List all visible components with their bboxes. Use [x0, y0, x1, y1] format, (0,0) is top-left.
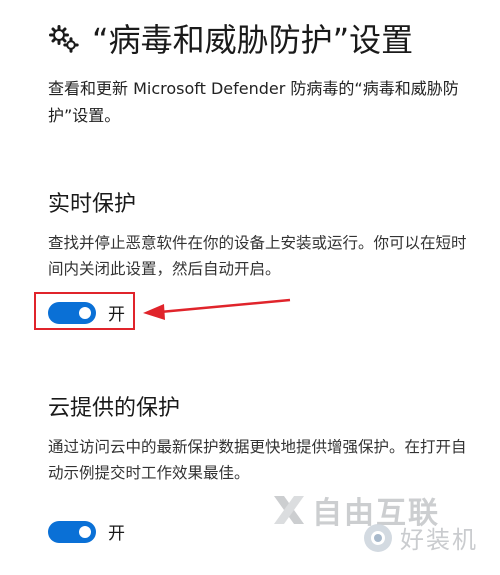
brand-circle-icon — [364, 523, 392, 552]
watermark-brand-2: 好装机 — [400, 526, 478, 554]
watermark-haozhuangji: 好装机 — [362, 520, 478, 555]
page-title: “病毒和威胁防护”设置 — [92, 21, 414, 59]
cloud-protection-toggle-label: 开 — [108, 524, 125, 544]
realtime-protection-description: 查找并停止恶意软件在你的设备上安装或运行。你可以在短时间内关闭此设置，然后自动开… — [48, 234, 467, 278]
gear-icon — [49, 25, 79, 53]
cloud-protection-description: 通过访问云中的最新保护数据更快地提供增强保护。在打开自动示例提交时工作效果最佳。 — [48, 438, 467, 482]
cloud-protection-toggle[interactable] — [48, 520, 96, 543]
annotation-arrow — [143, 298, 291, 320]
realtime-protection-title: 实时保护 — [48, 192, 137, 217]
page-description: 查看和更新 Microsoft Defender 防病毒的“病毒和威胁防护”设置… — [48, 79, 459, 125]
x-logo-icon — [274, 496, 304, 524]
cloud-protection-toggle-row: 开 — [48, 519, 125, 544]
annotation-highlight-box — [34, 292, 135, 330]
toggle-knob — [79, 525, 91, 538]
cloud-protection-title: 云提供的保护 — [48, 396, 181, 421]
